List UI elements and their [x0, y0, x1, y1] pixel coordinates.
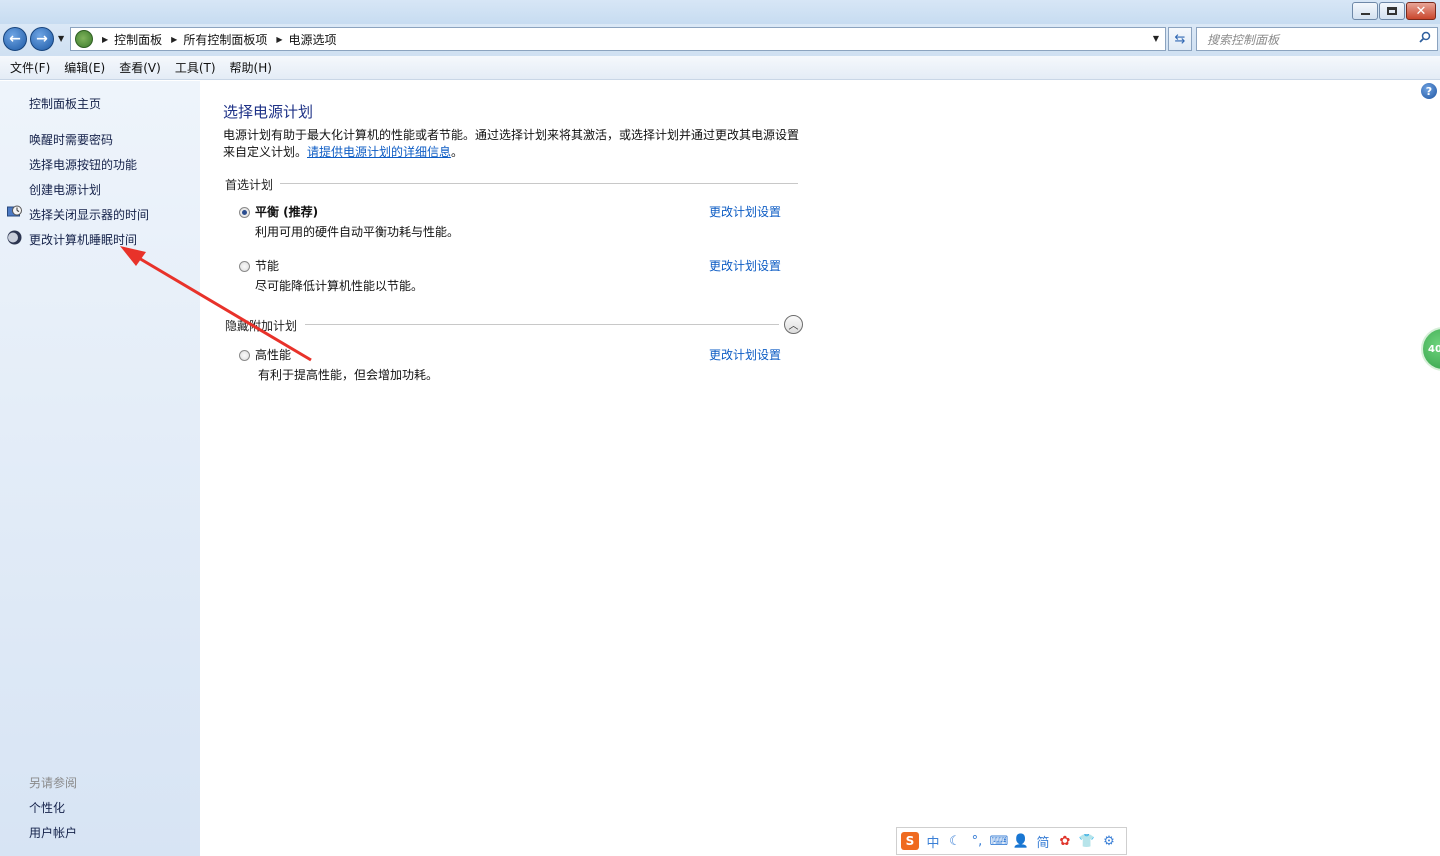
plan-high-performance-change-link[interactable]: 更改计划设置	[709, 346, 781, 363]
restore-icon	[1387, 7, 1397, 15]
plan-high-performance-desc: 有利于提高性能，但会增加功耗。	[258, 368, 439, 382]
menu-bar: 文件(F) 编辑(E) 查看(V) 工具(T) 帮助(H)	[0, 56, 1440, 80]
user-icon[interactable]: 👤	[1013, 833, 1029, 849]
plan-saver-change-link[interactable]: 更改计划设置	[709, 257, 781, 274]
floating-badge-value: 40	[1428, 343, 1440, 355]
menu-file[interactable]: 文件(F)	[4, 59, 56, 76]
navigation-bar: ← → ▼ ▶ 控制面板 ▶ 所有控制面板项 ▶ 电源选项 ▼ ⇆ 搜索控制面板	[0, 24, 1440, 56]
minimize-icon	[1360, 13, 1370, 15]
plan-balanced-radio[interactable]	[239, 207, 250, 218]
sidebar-item-sleep-time[interactable]: 更改计算机睡眠时间	[29, 231, 137, 248]
preferred-plans-heading: 首选计划	[225, 178, 274, 192]
plan-saver-radio[interactable]	[239, 261, 250, 272]
ime-simplified-toggle[interactable]: 简	[1035, 833, 1051, 851]
ime-language-toggle[interactable]: 中	[925, 833, 941, 851]
sidebar-item-wake-password[interactable]: 唤醒时需要密码	[29, 131, 113, 148]
main-content: ? 选择电源计划 电源计划有助于最大化计算机的性能或者节能。通过选择计划来将其激…	[200, 81, 1440, 856]
hidden-plans-heading[interactable]: 隐藏附加计划	[225, 317, 297, 334]
arrow-right-icon: →	[36, 31, 48, 47]
keyboard-icon[interactable]: ⌨	[990, 833, 1009, 849]
group-divider	[305, 324, 779, 325]
gear-icon[interactable]: ⚙	[1101, 833, 1117, 849]
address-bar[interactable]: ▶ 控制面板 ▶ 所有控制面板项 ▶ 电源选项 ▼	[70, 27, 1166, 51]
sidebar-item-power-button[interactable]: 选择电源按钮的功能	[29, 156, 137, 173]
control-panel-home-link[interactable]: 控制面板主页	[29, 95, 101, 112]
sidebar-item-create-plan[interactable]: 创建电源计划	[29, 181, 101, 198]
help-icon[interactable]: ?	[1421, 83, 1437, 99]
close-button[interactable]: ✕	[1406, 2, 1436, 20]
description-suffix: 。	[451, 145, 464, 159]
group-divider	[280, 183, 798, 184]
menu-tools[interactable]: 工具(T)	[169, 59, 222, 76]
description-prefix: 来自定义计划。	[223, 145, 308, 159]
address-dropdown-icon[interactable]: ▼	[1153, 34, 1159, 43]
menu-view[interactable]: 查看(V)	[113, 59, 167, 76]
control-panel-icon	[75, 30, 93, 48]
search-input[interactable]: 搜索控制面板	[1196, 27, 1438, 51]
refresh-button[interactable]: ⇆	[1168, 27, 1192, 51]
page-title: 选择电源计划	[223, 103, 314, 121]
chevron-up-icon: ︿	[788, 321, 799, 332]
refresh-icon: ⇆	[1174, 31, 1186, 47]
task-pane: 控制面板主页 唤醒时需要密码 选择电源按钮的功能 创建电源计划 选择关闭显示器的…	[0, 81, 200, 856]
back-button[interactable]: ←	[3, 27, 27, 51]
plan-details-link[interactable]: 请提供电源计划的详细信息	[307, 145, 451, 159]
menu-edit[interactable]: 编辑(E)	[58, 59, 111, 76]
moon-sleep-icon	[7, 230, 22, 245]
chevron-right-icon[interactable]: ▶	[102, 35, 108, 44]
recent-pages-dropdown[interactable]: ▼	[58, 34, 64, 43]
arrow-left-icon: ←	[9, 31, 21, 47]
skin-icon[interactable]: ✿	[1057, 833, 1073, 849]
minimize-button[interactable]	[1352, 2, 1378, 20]
plan-balanced-change-link[interactable]: 更改计划设置	[709, 203, 781, 220]
ime-toolbar: S 中 ☾ °, ⌨ 👤 简 ✿ 👕 ⚙	[896, 827, 1127, 855]
page-description: 电源计划有助于最大化计算机的性能或者节能。通过选择计划来将其激活，或选择计划并通…	[223, 127, 803, 161]
see-also-personalization-link[interactable]: 个性化	[29, 799, 65, 816]
search-icon[interactable]	[1419, 31, 1431, 43]
title-bar: ✕	[0, 0, 1440, 24]
moon-icon[interactable]: ☾	[947, 833, 963, 849]
close-icon: ✕	[1415, 3, 1427, 19]
window-controls: ✕	[1352, 2, 1436, 20]
shirt-icon[interactable]: 👕	[1079, 833, 1095, 849]
collapse-hidden-plans-button[interactable]: ︿	[784, 315, 803, 334]
plan-high-performance-radio[interactable]	[239, 350, 250, 361]
plan-balanced-name[interactable]: 平衡 (推荐)	[255, 203, 318, 220]
see-also-heading: 另请参阅	[29, 776, 78, 790]
description-line: 电源计划有助于最大化计算机的性能或者节能。通过选择计划来将其激活，或选择计划并通…	[223, 128, 800, 142]
sidebar-item-display-off[interactable]: 选择关闭显示器的时间	[29, 206, 149, 223]
punctuation-icon[interactable]: °,	[969, 833, 985, 849]
forward-button[interactable]: →	[30, 27, 54, 51]
breadcrumb-control-panel[interactable]: 控制面板	[114, 31, 162, 48]
menu-help[interactable]: 帮助(H)	[224, 59, 278, 76]
breadcrumb-power-options[interactable]: 电源选项	[289, 31, 337, 48]
restore-button[interactable]	[1379, 2, 1405, 20]
breadcrumb-all-items[interactable]: 所有控制面板项	[183, 31, 267, 48]
see-also-user-accounts-link[interactable]: 用户帐户	[29, 824, 77, 841]
plan-saver-desc: 尽可能降低计算机性能以节能。	[255, 279, 424, 293]
display-clock-icon	[7, 205, 22, 217]
search-placeholder: 搜索控制面板	[1207, 32, 1280, 47]
plan-balanced-desc: 利用可用的硬件自动平衡功耗与性能。	[255, 225, 460, 239]
chevron-right-icon[interactable]: ▶	[276, 35, 282, 44]
plan-saver-name[interactable]: 节能	[255, 257, 279, 274]
plan-high-performance-name[interactable]: 高性能	[255, 346, 291, 363]
chevron-right-icon[interactable]: ▶	[171, 35, 177, 44]
sogou-logo-icon[interactable]: S	[901, 832, 919, 850]
